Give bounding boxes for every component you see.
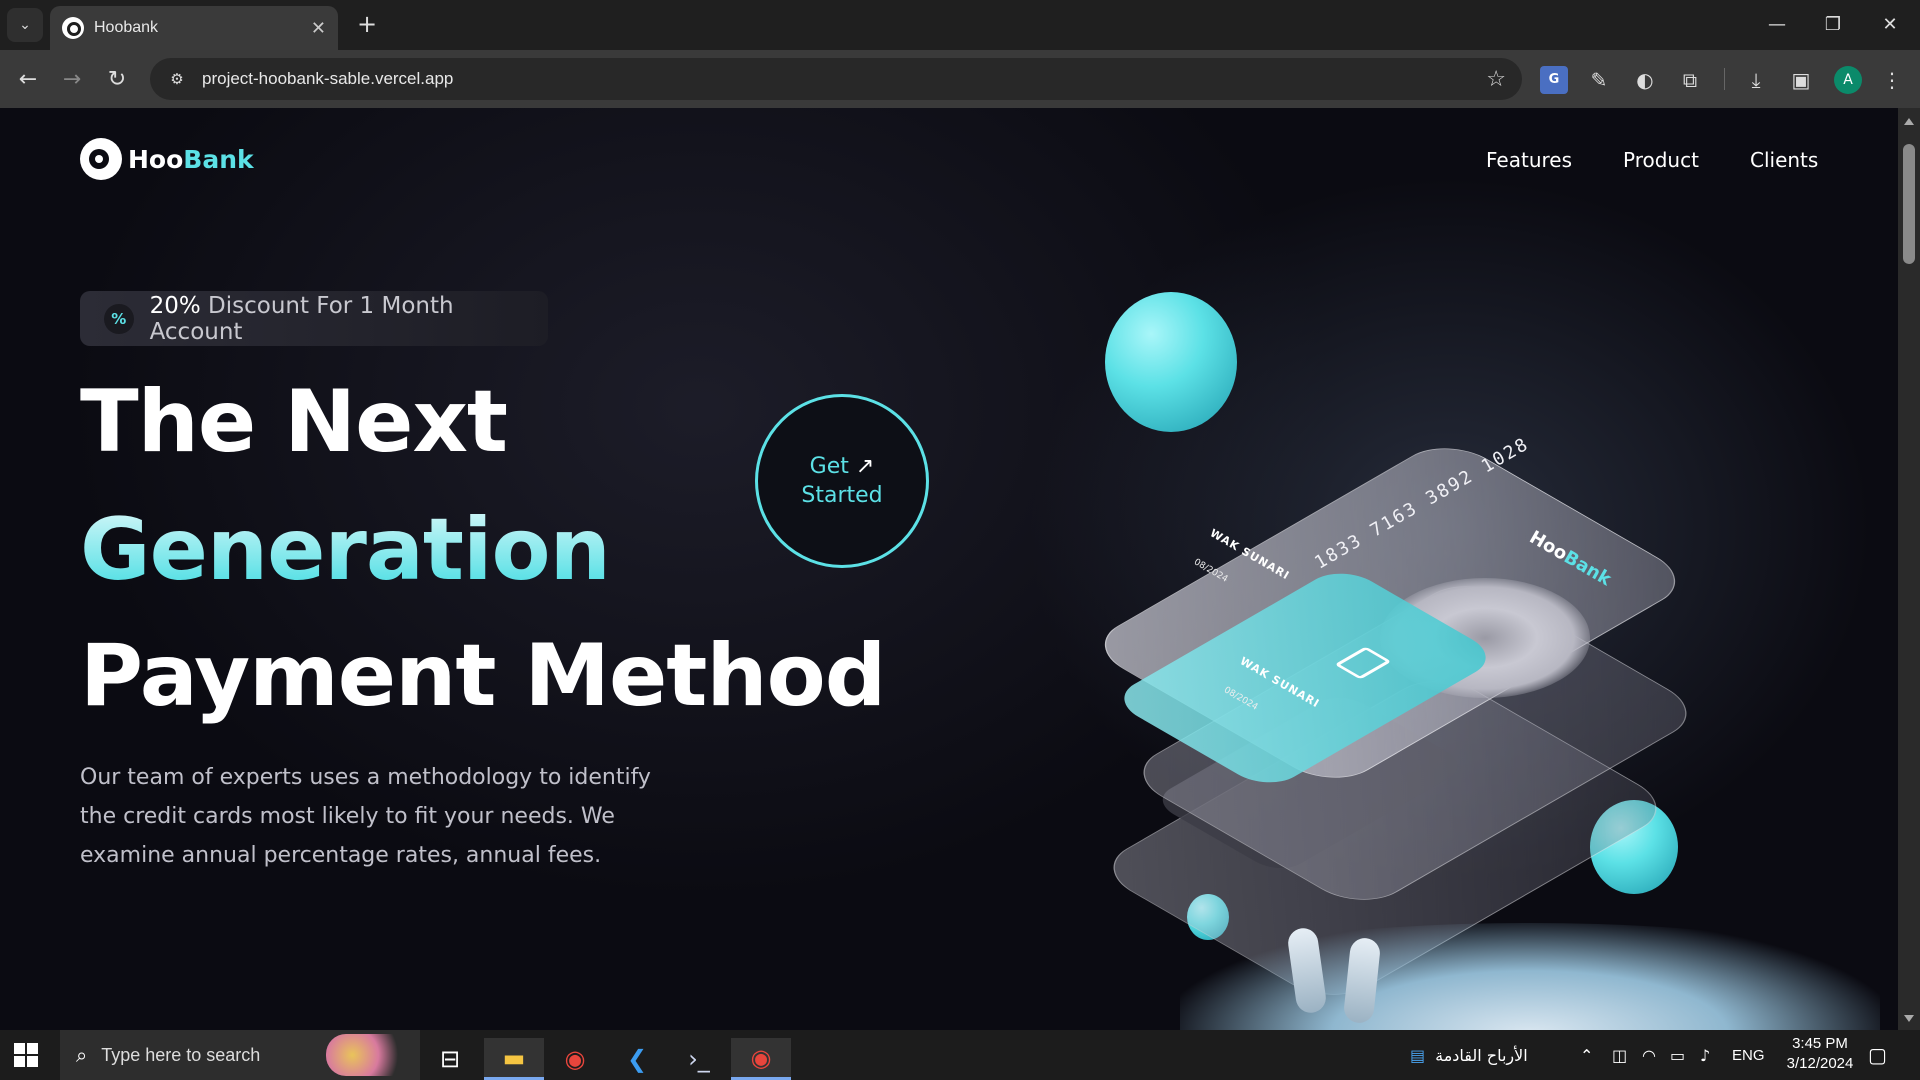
cta-label-line-2: Started (801, 483, 883, 508)
search-icon: ⌕ (76, 1043, 88, 1067)
close-window-button[interactable]: ✕ (1876, 12, 1904, 38)
site-settings-icon[interactable]: ⚙ (166, 68, 188, 90)
profile-avatar[interactable]: A (1834, 66, 1862, 94)
windows-taskbar: ⌕ Type here to search ⊟ ▬ ◉ ❮ ›_ ◉ ▤ الأ… (0, 1030, 1920, 1080)
search-highlight-image (326, 1034, 414, 1076)
menu-kebab-icon[interactable]: ⋮ (1878, 66, 1906, 94)
reload-icon[interactable]: ↻ (103, 66, 131, 94)
back-icon[interactable]: ← (14, 66, 42, 94)
terminal-icon[interactable]: ›_ (669, 1038, 729, 1080)
browser-toolbar: ← → ↻ ⚙ project-hoobank-sable.vercel.app… (0, 50, 1920, 108)
browser-tab[interactable]: Hoobank ✕ (50, 6, 338, 50)
discount-badge: % 20% Discount For 1 Month Account (80, 291, 548, 346)
extension-circle-icon[interactable]: ◐ (1631, 66, 1659, 94)
nav-clients[interactable]: Clients (1750, 148, 1818, 172)
show-hidden-icons[interactable]: ⌃ (1580, 1030, 1593, 1080)
tab-close-button[interactable]: ✕ (311, 18, 326, 39)
logo-text: HooBank (128, 144, 254, 174)
download-icon[interactable]: ⤓ (1742, 66, 1770, 94)
get-started-button[interactable]: Get ↗ Started (755, 394, 929, 568)
news-text: الأرباح القادمة (1435, 1045, 1528, 1065)
news-icon: ▤ (1410, 1045, 1426, 1065)
browser-tab-bar: ⌄ Hoobank ✕ + — ❐ ✕ (0, 0, 1920, 50)
teal-sphere-large (1105, 292, 1237, 432)
chrome-active-icon[interactable]: ◉ (731, 1038, 791, 1080)
windows-start-icon[interactable] (14, 1043, 38, 1067)
page-scrollbar[interactable] (1898, 108, 1920, 1030)
clock-date: 3/12/2024 (1786, 1055, 1854, 1072)
network-icon[interactable]: ◠ (1642, 1030, 1656, 1080)
discount-percent-icon: % (104, 303, 134, 334)
arrow-up-right-icon: ↗ (855, 454, 875, 479)
volume-icon[interactable]: ♪ (1700, 1030, 1710, 1080)
tab-title: Hoobank (94, 19, 159, 36)
minimize-button[interactable]: — (1763, 12, 1791, 38)
notifications-icon[interactable]: ▢ (1868, 1030, 1887, 1080)
nav-features[interactable]: Features (1486, 148, 1572, 172)
nav-product[interactable]: Product (1623, 148, 1699, 172)
discount-text: 20% Discount For 1 Month Account (149, 292, 454, 345)
search-placeholder: Type here to search (101, 1044, 261, 1065)
forward-icon[interactable]: → (58, 66, 86, 94)
scrollbar-thumb[interactable] (1903, 144, 1915, 264)
taskbar-search-box[interactable]: ⌕ Type here to search (60, 1030, 420, 1080)
address-bar[interactable]: ⚙ project-hoobank-sable.vercel.app ☆ (150, 58, 1522, 100)
scroll-up-icon[interactable] (1904, 118, 1914, 125)
new-tab-button[interactable]: + (353, 10, 381, 38)
extensions-puzzle-icon[interactable]: ⧉ (1676, 66, 1704, 94)
heading-line-3: Payment Method (80, 626, 886, 726)
cta-label-line-1: Get (809, 454, 849, 479)
file-explorer-icon[interactable]: ▬ (484, 1038, 544, 1080)
eyedropper-icon[interactable]: ✎ (1585, 66, 1613, 94)
task-view-icon[interactable]: ⊟ (420, 1038, 480, 1080)
hoobank-logo[interactable]: HooBank (80, 138, 254, 180)
heading-line-1: The Next (80, 372, 508, 472)
side-panel-icon[interactable]: ▣ (1787, 66, 1815, 94)
taskbar-clock[interactable]: 3:45 PM 3/12/2024 (1776, 1034, 1864, 1074)
bookmark-star-icon[interactable]: ☆ (1486, 67, 1506, 92)
page-viewport: HooBank Features Product Clients % 20% D… (0, 108, 1898, 1030)
clock-time: 3:45 PM (1792, 1035, 1848, 1052)
battery-icon[interactable]: ▭ (1670, 1030, 1685, 1080)
language-indicator[interactable]: ENG (1732, 1030, 1765, 1080)
hoobank-favicon-icon (62, 17, 84, 39)
restore-button[interactable]: ❐ (1819, 12, 1847, 38)
vscode-icon[interactable]: ❮ (607, 1038, 667, 1080)
scroll-down-icon[interactable] (1904, 1015, 1914, 1022)
news-widget[interactable]: ▤ الأرباح القادمة (1410, 1030, 1528, 1080)
toolbar-separator (1724, 68, 1725, 90)
robot-hand-image (1180, 923, 1880, 1030)
chrome-icon[interactable]: ◉ (545, 1038, 605, 1080)
translate-icon[interactable]: G (1540, 66, 1568, 94)
logo-mark-icon (80, 138, 122, 180)
heading-line-2: Generation (80, 500, 611, 600)
tab-search-button[interactable]: ⌄ (7, 8, 43, 42)
url-text[interactable]: project-hoobank-sable.vercel.app (202, 69, 1486, 89)
camera-icon[interactable]: ◫ (1612, 1030, 1627, 1080)
hero-description: Our team of experts uses a methodology t… (80, 765, 651, 868)
